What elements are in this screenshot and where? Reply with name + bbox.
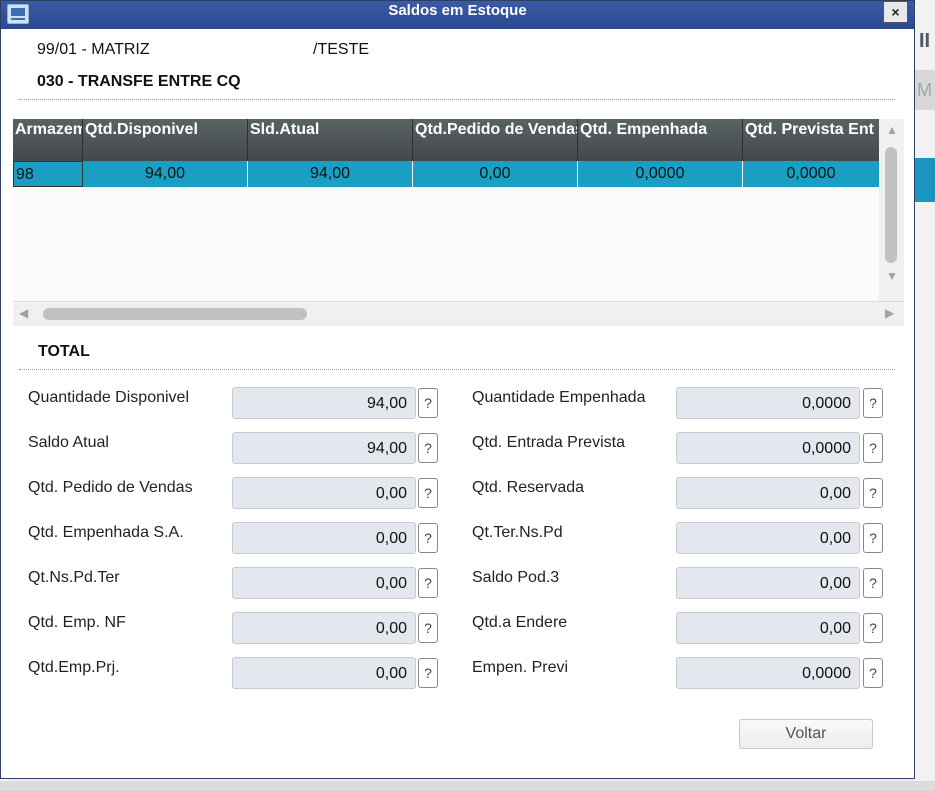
voltar-button[interactable]: Voltar — [739, 719, 873, 749]
total-heading: TOTAL — [38, 343, 90, 360]
cell-sld-atual[interactable]: 94,00 — [248, 161, 413, 187]
field-input-right-3[interactable]: 0,00 — [676, 522, 860, 554]
branch-suffix: /TESTE — [313, 41, 370, 58]
horizontal-scrollbar[interactable]: ◀ ▶ — [13, 301, 904, 326]
field-label-right-4: Saldo Pod.3 — [472, 569, 560, 586]
field-input-left-1[interactable]: 94,00 — [232, 432, 416, 464]
stock-grid[interactable]: Armazem Qtd.Disponivel Sld.Atual Qtd.Ped… — [13, 119, 904, 326]
help-button-right-1[interactable]: ? — [863, 433, 883, 463]
field-input-right-4[interactable]: 0,00 — [676, 567, 860, 599]
cell-qtd-pedido-vendas[interactable]: 0,00 — [413, 161, 578, 187]
help-button-left-4[interactable]: ? — [418, 568, 438, 598]
field-label-left-2: Qtd. Pedido de Vendas — [28, 479, 193, 496]
scroll-right-icon[interactable]: ▶ — [885, 306, 894, 320]
cell-qtd-prevista[interactable]: 0,0000 — [743, 161, 879, 187]
column-header-qtd-empenhada[interactable]: Qtd. Empenhada — [578, 119, 743, 161]
field-label-left-4: Qt.Ns.Pd.Ter — [28, 569, 120, 586]
column-header-qtd-pedido-vendas[interactable]: Qtd.Pedido de Vendas — [413, 119, 578, 161]
field-label-right-3: Qt.Ter.Ns.Pd — [472, 524, 563, 541]
background-app-right: II M — [915, 0, 935, 791]
help-button-right-2[interactable]: ? — [863, 478, 883, 508]
field-input-right-0[interactable]: 0,0000 — [676, 387, 860, 419]
branch-label: 99/01 - MATRIZ — [37, 41, 150, 58]
table-row[interactable]: 98 94,00 94,00 0,00 0,0000 0,0000 — [13, 161, 879, 187]
background-bar — [915, 158, 935, 202]
field-input-left-2[interactable]: 0,00 — [232, 477, 416, 509]
help-button-left-6[interactable]: ? — [418, 658, 438, 688]
field-input-left-5[interactable]: 0,00 — [232, 612, 416, 644]
field-label-left-6: Qtd.Emp.Prj. — [28, 659, 120, 676]
scroll-down-icon[interactable]: ▼ — [886, 269, 898, 283]
divider — [19, 99, 895, 100]
field-input-left-4[interactable]: 0,00 — [232, 567, 416, 599]
grid-header: Armazem Qtd.Disponivel Sld.Atual Qtd.Ped… — [13, 119, 879, 161]
field-input-right-5[interactable]: 0,00 — [676, 612, 860, 644]
field-label-left-5: Qtd. Emp. NF — [28, 614, 126, 631]
cell-armazem[interactable]: 98 — [13, 161, 83, 187]
help-button-right-4[interactable]: ? — [863, 568, 883, 598]
help-button-right-5[interactable]: ? — [863, 613, 883, 643]
help-button-left-0[interactable]: ? — [418, 388, 438, 418]
field-label-right-2: Qtd. Reservada — [472, 479, 585, 496]
column-header-qtd-prevista[interactable]: Qtd. Prevista Ent — [743, 119, 879, 161]
background-app-bottom — [0, 781, 935, 791]
field-input-right-1[interactable]: 0,0000 — [676, 432, 860, 464]
window-title: Saldos em Estoque — [388, 2, 527, 19]
saldos-dialog: Saldos em Estoque × 99/01 - MATRIZ /TEST… — [0, 0, 915, 779]
title-bar[interactable]: Saldos em Estoque × — [1, 1, 914, 29]
close-button[interactable]: × — [883, 1, 908, 23]
column-header-qtd-disponivel[interactable]: Qtd.Disponivel — [83, 119, 248, 161]
product-label: 030 - TRANSFE ENTRE CQ — [37, 73, 241, 90]
cell-qtd-empenhada[interactable]: 0,0000 — [578, 161, 743, 187]
scroll-left-icon[interactable]: ◀ — [19, 306, 28, 320]
column-header-sld-atual[interactable]: Sld.Atual — [248, 119, 413, 161]
horizontal-scroll-thumb[interactable] — [43, 308, 307, 320]
vertical-scroll-thumb[interactable] — [885, 147, 897, 263]
cell-qtd-disponivel[interactable]: 94,00 — [83, 161, 248, 187]
field-label-left-3: Qtd. Empenhada S.A. — [28, 524, 184, 541]
field-input-left-3[interactable]: 0,00 — [232, 522, 416, 554]
help-button-left-3[interactable]: ? — [418, 523, 438, 553]
field-label-right-5: Qtd.a Endere — [472, 614, 568, 631]
field-input-left-0[interactable]: 94,00 — [232, 387, 416, 419]
scroll-up-icon[interactable]: ▲ — [886, 123, 898, 137]
help-button-right-0[interactable]: ? — [863, 388, 883, 418]
field-input-right-6[interactable]: 0,0000 — [676, 657, 860, 689]
field-label-right-6: Empen. Previ — [472, 659, 569, 676]
help-button-right-6[interactable]: ? — [863, 658, 883, 688]
help-button-left-2[interactable]: ? — [418, 478, 438, 508]
help-button-right-3[interactable]: ? — [863, 523, 883, 553]
vertical-scrollbar[interactable]: ▲ ▼ — [879, 119, 904, 301]
field-label-left-1: Saldo Atual — [28, 434, 109, 451]
field-input-right-2[interactable]: 0,00 — [676, 477, 860, 509]
field-input-left-6[interactable]: 0,00 — [232, 657, 416, 689]
background-text: M — [917, 80, 932, 100]
column-header-armazem[interactable]: Armazem — [13, 119, 83, 161]
field-label-left-0: Quantidade Disponivel — [28, 389, 189, 406]
help-button-left-5[interactable]: ? — [418, 613, 438, 643]
divider — [19, 369, 895, 370]
field-label-right-0: Quantidade Empenhada — [472, 389, 646, 406]
background-pause-icon: II — [919, 30, 931, 52]
field-label-right-1: Qtd. Entrada Prevista — [472, 434, 625, 451]
help-button-left-1[interactable]: ? — [418, 433, 438, 463]
